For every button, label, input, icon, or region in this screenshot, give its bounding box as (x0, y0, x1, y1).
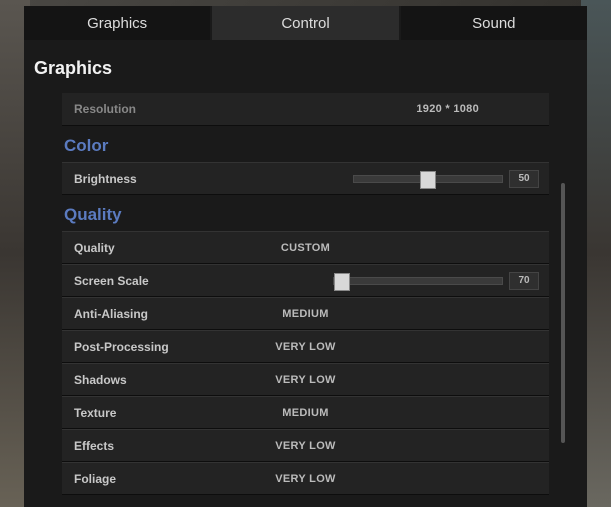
tab-sound[interactable]: Sound (401, 6, 587, 40)
shadows-value: VERY LOW (206, 374, 406, 386)
post-processing-label: Post-Processing (74, 340, 169, 354)
brightness-label: Brightness (74, 172, 137, 186)
tab-sound-label: Sound (472, 15, 515, 32)
texture-label: Texture (74, 406, 116, 420)
row-resolution[interactable]: Resolution 1920 * 1080 (62, 93, 549, 126)
resolution-value: 1920 * 1080 (416, 103, 479, 115)
settings-list: Resolution 1920 * 1080 Color Brightness … (24, 93, 587, 507)
section-quality: Quality (62, 195, 549, 231)
post-processing-value: VERY LOW (206, 341, 406, 353)
row-effects[interactable]: Effects VERY LOW (62, 429, 549, 462)
tab-control-label: Control (281, 15, 329, 32)
effects-value: VERY LOW (206, 440, 406, 452)
anti-aliasing-label: Anti-Aliasing (74, 307, 148, 321)
row-brightness: Brightness 50 (62, 162, 549, 195)
resolution-label: Resolution (74, 102, 136, 116)
screen-scale-slider-track (333, 277, 503, 285)
brightness-value-badge: 50 (509, 170, 539, 188)
screen-scale-value-badge: 70 (509, 272, 539, 290)
row-anti-aliasing[interactable]: Anti-Aliasing MEDIUM (62, 297, 549, 330)
row-shadows[interactable]: Shadows VERY LOW (62, 363, 549, 396)
row-foliage[interactable]: Foliage VERY LOW (62, 462, 549, 495)
texture-value: MEDIUM (206, 407, 406, 419)
brightness-slider[interactable] (353, 175, 503, 183)
screen-scale-slider-thumb[interactable] (334, 273, 350, 291)
row-quality[interactable]: Quality CUSTOM (62, 231, 549, 264)
quality-label: Quality (74, 241, 115, 255)
foliage-label: Foliage (74, 472, 116, 486)
tab-control[interactable]: Control (212, 6, 398, 40)
brightness-slider-track (353, 175, 503, 183)
scrollbar[interactable] (561, 183, 565, 443)
tab-graphics[interactable]: Graphics (24, 6, 210, 40)
foliage-value: VERY LOW (206, 473, 406, 485)
row-screen-scale: Screen Scale 70 (62, 264, 549, 297)
scroll-area: Resolution 1920 * 1080 Color Brightness … (24, 93, 587, 507)
page-title: Graphics (24, 40, 587, 93)
settings-panel: Graphics Control Sound Graphics Resoluti… (24, 6, 587, 507)
effects-label: Effects (74, 439, 114, 453)
screen-scale-label: Screen Scale (74, 274, 149, 288)
shadows-label: Shadows (74, 373, 127, 387)
tab-bar: Graphics Control Sound (24, 6, 587, 40)
screen-scale-slider[interactable] (333, 277, 503, 285)
section-color: Color (62, 126, 549, 162)
quality-value: CUSTOM (206, 242, 406, 254)
row-texture[interactable]: Texture MEDIUM (62, 396, 549, 429)
brightness-slider-thumb[interactable] (420, 171, 436, 189)
row-post-processing[interactable]: Post-Processing VERY LOW (62, 330, 549, 363)
anti-aliasing-value: MEDIUM (206, 308, 406, 320)
tab-graphics-label: Graphics (87, 15, 147, 32)
